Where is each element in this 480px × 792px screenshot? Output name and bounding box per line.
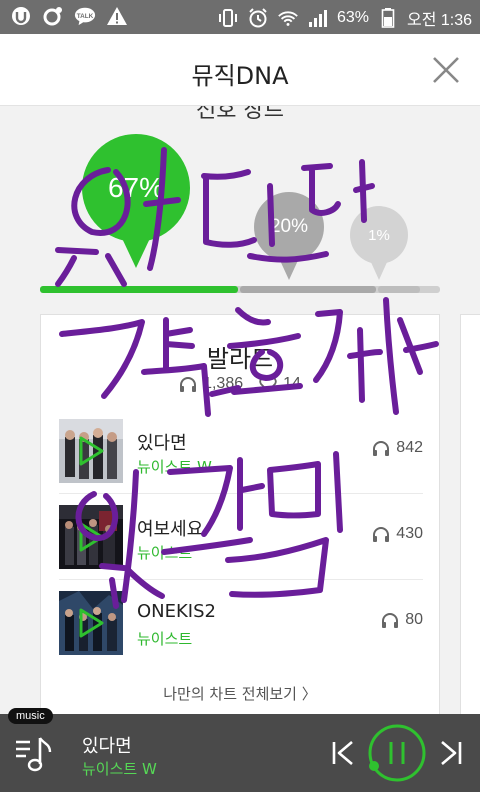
track-artist[interactable]: 뉴이스트 W bbox=[137, 456, 212, 477]
track-row[interactable]: 여보세요 뉴이스트 430 bbox=[59, 505, 423, 571]
warning-icon bbox=[106, 5, 128, 27]
track-row[interactable]: 있다면 뉴이스트 W 842 bbox=[59, 419, 423, 485]
close-icon bbox=[433, 57, 459, 83]
app-header: 뮤직DNA bbox=[0, 34, 480, 106]
page-title: 뮤직DNA bbox=[191, 62, 289, 90]
wifi-icon bbox=[277, 7, 299, 29]
play-icon[interactable] bbox=[77, 607, 105, 639]
status-bar: TALK 63% 오전 1:36 bbox=[0, 0, 480, 34]
playlist-icon[interactable] bbox=[14, 732, 54, 774]
now-playing-artist[interactable]: 뉴이스트 W bbox=[82, 758, 157, 779]
track-artist[interactable]: 뉴이스트 bbox=[137, 542, 192, 563]
track-play-count: 80 bbox=[381, 611, 423, 629]
vibrate-icon bbox=[217, 7, 239, 29]
genre-percent: 20% bbox=[269, 216, 309, 237]
previous-track-button[interactable] bbox=[332, 740, 354, 766]
section-title: 선호 장르 bbox=[196, 106, 284, 123]
genre-listen-count: 1,386 bbox=[203, 375, 244, 392]
headphones-icon bbox=[382, 613, 399, 628]
genre-distribution-bar bbox=[40, 286, 440, 293]
genre-card[interactable]: 발라드 1,386 14 있다면 뉴이스트 W 842 여보세요 뉴이스트 43… bbox=[40, 314, 440, 714]
bar-segment-second bbox=[240, 286, 376, 293]
headphones-icon bbox=[373, 441, 390, 456]
heart-icon bbox=[259, 376, 277, 392]
clock-time: 오전 1:36 bbox=[406, 12, 472, 29]
close-button[interactable] bbox=[430, 54, 462, 86]
bar-segment-ballad bbox=[40, 286, 238, 293]
track-title: ONEKIS2 bbox=[137, 601, 216, 622]
alarm-icon bbox=[247, 7, 269, 29]
kakaotalk-icon: TALK bbox=[74, 5, 96, 27]
svg-text:TALK: TALK bbox=[77, 13, 94, 20]
pause-button[interactable] bbox=[366, 722, 428, 784]
track-artist[interactable]: 뉴이스트 bbox=[137, 628, 192, 649]
signal-icon bbox=[307, 7, 329, 29]
main-content[interactable]: 선호 장르 67% 20% 1% 발라드 1,386 14 있다면 뉴이스트 W… bbox=[0, 106, 480, 714]
genre-like-count: 14 bbox=[283, 375, 301, 392]
play-icon[interactable] bbox=[77, 435, 105, 467]
track-play-count: 430 bbox=[372, 525, 423, 543]
track-title: 여보세요 bbox=[137, 519, 204, 540]
genre-name: 발라드 bbox=[206, 345, 274, 373]
battery-icon bbox=[377, 7, 399, 29]
genre-percent: 67% bbox=[107, 172, 165, 203]
next-track-button[interactable] bbox=[440, 740, 462, 766]
track-play-count: 842 bbox=[372, 439, 423, 457]
headphones-icon bbox=[373, 527, 390, 542]
next-genre-card[interactable] bbox=[460, 314, 480, 714]
music-tag: music bbox=[8, 708, 53, 724]
headphones-icon bbox=[180, 377, 197, 392]
view-full-chart-link[interactable]: 나만의 차트 전체보기 〉 bbox=[41, 683, 439, 704]
battery-percent: 63% bbox=[336, 9, 369, 26]
circle-app-icon bbox=[42, 5, 64, 27]
divider bbox=[59, 493, 423, 494]
play-icon[interactable] bbox=[77, 521, 105, 553]
now-playing-title[interactable]: 있다면 bbox=[82, 732, 132, 758]
divider bbox=[59, 579, 423, 580]
genre-stats: 1,386 14 bbox=[41, 375, 439, 393]
track-row[interactable]: ONEKIS2 뉴이스트 80 bbox=[59, 591, 423, 657]
genre-percent: 1% bbox=[368, 226, 390, 244]
track-title: 있다면 bbox=[137, 433, 187, 454]
bar-segment-third bbox=[378, 286, 420, 293]
app-notification-icon bbox=[10, 5, 32, 27]
